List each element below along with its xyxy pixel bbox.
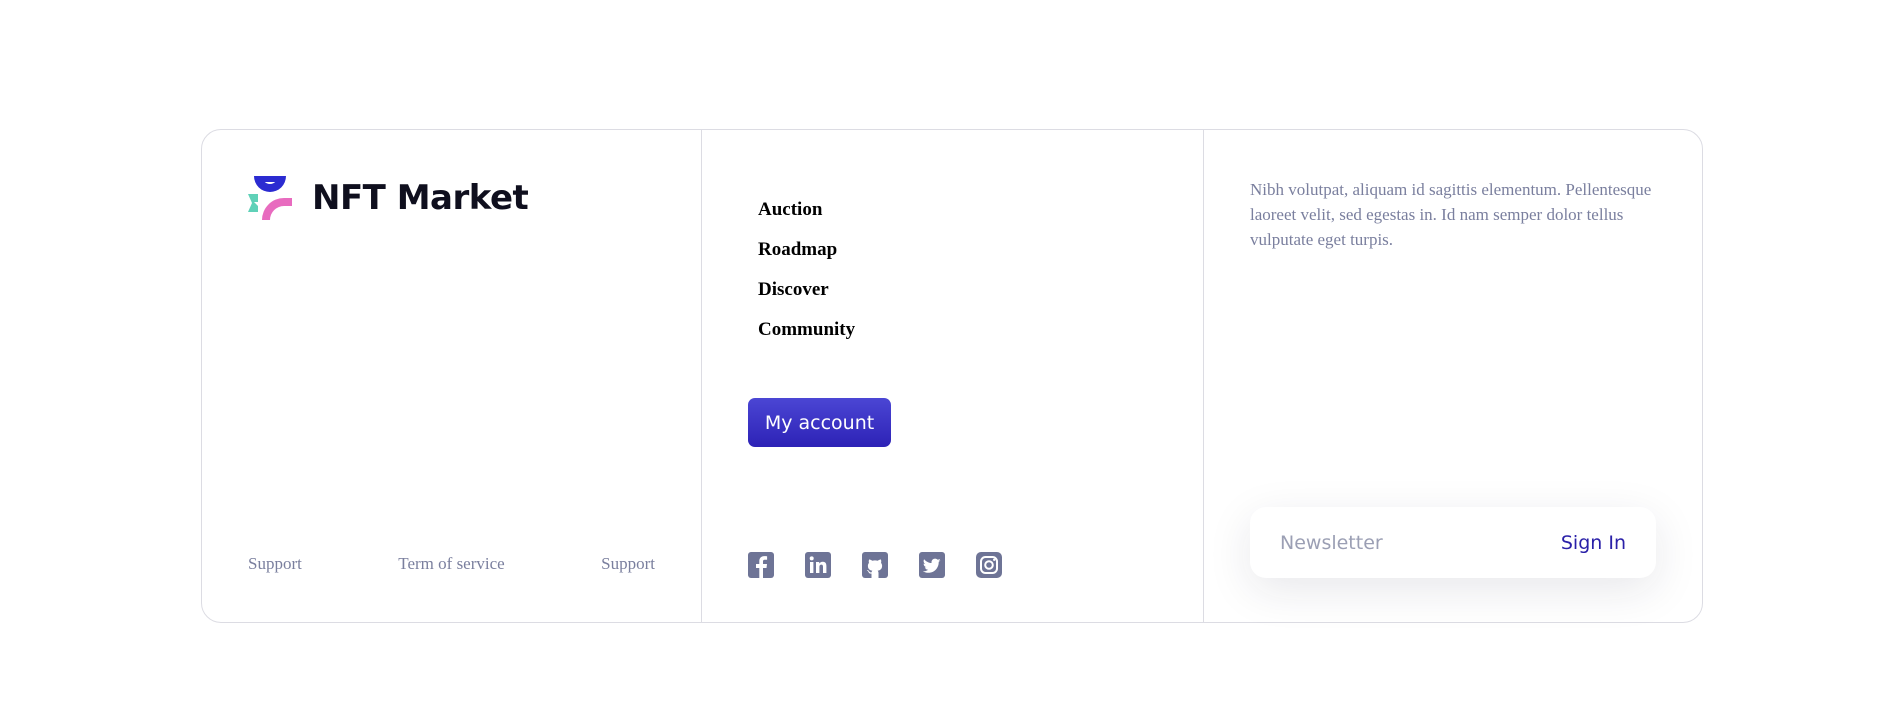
footer-nav-column: Auction Roadmap Discover Community My ac…	[702, 130, 1204, 622]
sign-in-button[interactable]: Sign In	[1561, 532, 1626, 554]
footer-brand-column: NFT Market Support Term of service Suppo…	[202, 130, 702, 622]
twitter-icon[interactable]	[919, 552, 945, 578]
brand-name: NFT Market	[312, 178, 529, 218]
newsletter-input[interactable]	[1280, 531, 1561, 554]
nft-market-logo-icon	[248, 176, 292, 220]
terms-of-service-link[interactable]: Term of service	[398, 554, 504, 574]
legal-links: Support Term of service Support	[248, 554, 655, 574]
facebook-icon[interactable]	[748, 552, 774, 578]
support-link[interactable]: Support	[248, 554, 302, 574]
footer-about-column: Nibh volutpat, aliquam id sagittis eleme…	[1204, 130, 1702, 622]
github-icon[interactable]	[862, 552, 888, 578]
support-link-secondary[interactable]: Support	[601, 554, 655, 574]
social-links	[748, 552, 1002, 578]
site-footer: NFT Market Support Term of service Suppo…	[201, 129, 1703, 623]
linkedin-icon[interactable]	[805, 552, 831, 578]
nav-item-auction[interactable]: Auction	[758, 190, 855, 230]
nav-item-discover[interactable]: Discover	[758, 270, 855, 310]
footer-nav-menu: Auction Roadmap Discover Community	[758, 190, 855, 350]
newsletter-form: Sign In	[1250, 507, 1656, 578]
nav-item-roadmap[interactable]: Roadmap	[758, 230, 855, 270]
instagram-icon[interactable]	[976, 552, 1002, 578]
nav-item-community[interactable]: Community	[758, 310, 855, 350]
about-description: Nibh volutpat, aliquam id sagittis eleme…	[1250, 180, 1652, 249]
brand[interactable]: NFT Market	[248, 176, 529, 220]
my-account-button[interactable]: My account	[748, 398, 891, 447]
